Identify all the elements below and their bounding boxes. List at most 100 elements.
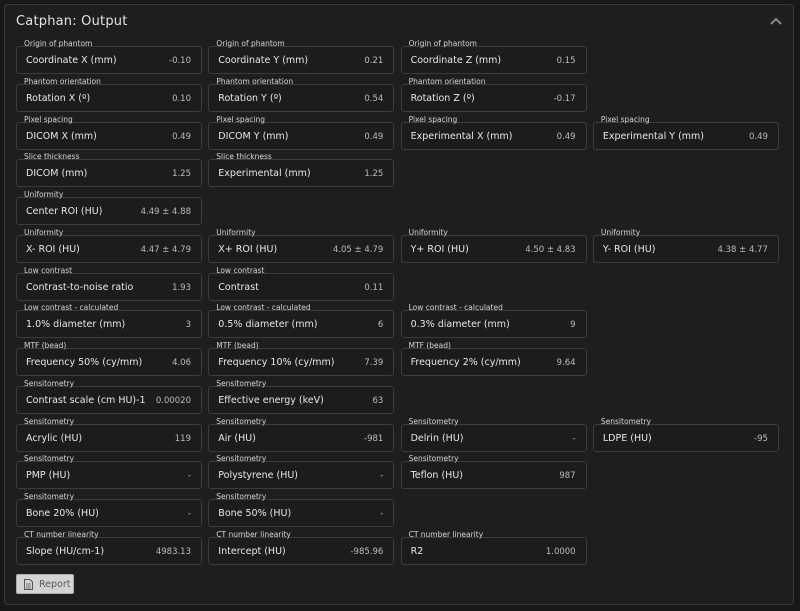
output-field: X- ROI (HU) 4.47 ± 4.79 Uniformity xyxy=(16,228,202,266)
output-field: Contrast scale (cm HU)-1 0.00020 Sensitome… xyxy=(16,379,202,417)
field-label: Coordinate X (mm) xyxy=(26,55,117,66)
output-field-box: Y- ROI (HU) 4.38 ± 4.77 xyxy=(592,234,779,263)
field-label: PMP (HU) xyxy=(26,470,71,482)
field-caption: Sensitometry xyxy=(24,378,75,388)
field-caption: Uniformity xyxy=(216,227,256,237)
field-label: DICOM Y (mm) xyxy=(218,130,289,142)
field-label: Y+ ROI (HU) xyxy=(410,243,469,255)
field-value: - xyxy=(380,471,384,482)
field-value: 0.10 xyxy=(172,93,191,104)
field-label: Rotation Y (º) xyxy=(218,92,282,104)
field-caption: Uniformity xyxy=(408,227,448,237)
field-label: Teflon (HU) xyxy=(410,470,463,482)
field-label: Coordinate Z (mm) xyxy=(410,55,502,66)
output-field: Frequency 10% (cy/mm) 7.39 MTF (bead) xyxy=(208,341,395,379)
output-field: 0.5% diameter (mm) 6 Low contrast - calcul… xyxy=(208,303,395,341)
field-caption: Pixel spacing xyxy=(600,114,650,124)
field-label: Frequency 50% (cy/mm) xyxy=(26,357,143,368)
field-caption: Sensitometry xyxy=(24,454,75,464)
field-label: DICOM (mm) xyxy=(26,168,88,180)
output-field-box: 0.5% diameter (mm) 6 xyxy=(208,310,395,339)
field-label: X+ ROI (HU) xyxy=(218,243,278,255)
field-value: 4983.13 xyxy=(155,546,191,557)
field-label: Experimental X (mm) xyxy=(410,130,513,142)
output-field-box: Contrast 0.11 xyxy=(208,272,395,301)
output-field: Experimental (mm) 1.25 Slice thickness xyxy=(208,152,395,190)
output-field: PMP (HU) - Sensitometry xyxy=(16,454,202,492)
field-label: Intercept (HU) xyxy=(218,545,286,557)
field-caption: Pixel spacing xyxy=(216,114,266,124)
output-field: X+ ROI (HU) 4.05 ± 4.79 Uniformity xyxy=(208,227,395,266)
output-field: Coordinate Y (mm) 0.21 Origin of phantom xyxy=(208,39,395,77)
field-label: Polystyrene (HU) xyxy=(218,470,298,482)
output-field-box: 0.3% diameter (mm) 9 xyxy=(400,310,587,339)
output-field: Rotation Z (º) -0.17 Phantom orientation xyxy=(400,77,587,115)
field-value: -0.17 xyxy=(553,93,576,104)
output-field-box: Bone 20% (HU) - xyxy=(16,499,202,527)
field-caption: Sensitometry xyxy=(216,454,267,464)
field-label: Effective energy (keV) xyxy=(218,394,324,406)
field-caption: Low contrast - calculated xyxy=(24,303,119,313)
output-field: Coordinate Z (mm) 0.15 Origin of phantom xyxy=(400,39,587,77)
field-label: Coordinate Y (mm) xyxy=(218,55,309,66)
collapse-chevron-up-icon[interactable] xyxy=(769,14,783,28)
field-value: -95 xyxy=(754,433,768,444)
output-field: Air (HU) -981 Sensitometry xyxy=(208,417,395,455)
field-label: Slope (HU/cm-1) xyxy=(26,545,105,557)
field-label: Frequency 2% (cy/mm) xyxy=(410,357,521,368)
output-field-box: R2 1.0000 xyxy=(400,536,587,565)
field-value: 0.49 xyxy=(748,131,768,142)
field-label: 0.3% diameter (mm) xyxy=(410,319,510,331)
field-value: 4.50 ± 4.83 xyxy=(525,244,576,255)
output-field: Rotation Y (º) 0.54 Phantom orientation xyxy=(208,77,395,115)
field-value: - xyxy=(187,509,191,519)
field-value: 0.21 xyxy=(364,56,384,66)
field-caption: Sensitometry xyxy=(216,378,267,388)
field-caption: Slice thickness xyxy=(216,152,272,162)
field-caption: CT number linearity xyxy=(24,529,99,539)
field-value: 0.49 xyxy=(364,131,384,142)
field-value: 0.49 xyxy=(172,131,191,142)
field-label: Contrast-to-noise ratio xyxy=(26,281,134,293)
output-field: Bone 20% (HU) - Sensitometry xyxy=(16,492,202,530)
output-field-box: Frequency 2% (cy/mm) 9.64 xyxy=(400,348,587,376)
output-field: Experimental Y (mm) 0.49 Pixel spacing xyxy=(592,114,779,153)
output-field-box: Rotation X (º) 0.10 xyxy=(16,83,202,112)
field-label: Contrast scale (cm HU)-1 xyxy=(26,394,146,406)
report-button[interactable]: Report xyxy=(16,574,74,594)
output-field: Intercept (HU) -985.96 CT number linearity xyxy=(208,530,395,568)
output-field: Center ROI (HU) 4.49 ± 4.88 Uniformity xyxy=(16,190,202,228)
field-value: 9.64 xyxy=(556,358,576,368)
report-button-label: Report xyxy=(39,578,71,590)
field-label: Delrin (HU) xyxy=(410,432,464,444)
field-label: Frequency 10% (cy/mm) xyxy=(218,357,335,368)
field-value: 4.38 ± 4.77 xyxy=(717,244,768,255)
field-value: 4.06 xyxy=(172,358,191,368)
output-field-box: Experimental Y (mm) 0.49 xyxy=(592,121,779,150)
field-value: 0.54 xyxy=(364,93,384,104)
field-label: X- ROI (HU) xyxy=(26,243,80,255)
field-caption: Sensitometry xyxy=(408,416,459,426)
field-caption: Sensitometry xyxy=(408,454,459,464)
field-caption: CT number linearity xyxy=(408,529,484,539)
output-field: Experimental X (mm) 0.49 Pixel spacing xyxy=(400,115,587,153)
field-label: Contrast xyxy=(218,281,259,293)
output-field: Y- ROI (HU) 4.38 ± 4.77 Uniformity xyxy=(592,228,779,266)
output-field-box: Intercept (HU) -985.96 xyxy=(208,536,395,565)
field-value: 1.93 xyxy=(172,282,191,293)
output-field: DICOM Y (mm) 0.49 Pixel spacing xyxy=(208,114,395,153)
field-label: Rotation X (º) xyxy=(26,92,91,104)
field-caption: Uniformity xyxy=(24,190,64,199)
output-field: DICOM X (mm) 0.49 Pixel spacing xyxy=(16,115,202,153)
document-icon xyxy=(24,578,33,590)
field-value: 1.0000 xyxy=(545,546,576,557)
field-value: 4.05 ± 4.79 xyxy=(332,244,384,255)
field-value: -981 xyxy=(364,433,384,444)
output-field-box: Effective energy (keV) 63 xyxy=(208,385,395,414)
field-caption: MTF (bead) xyxy=(408,341,451,350)
field-caption: Phantom orientation xyxy=(24,76,101,86)
output-field-box: Slope (HU/cm-1) 4983.13 xyxy=(16,536,202,565)
output-field-box: DICOM X (mm) 0.49 xyxy=(16,121,202,150)
field-label: Bone 20% (HU) xyxy=(26,508,99,519)
field-value: 119 xyxy=(174,433,191,444)
